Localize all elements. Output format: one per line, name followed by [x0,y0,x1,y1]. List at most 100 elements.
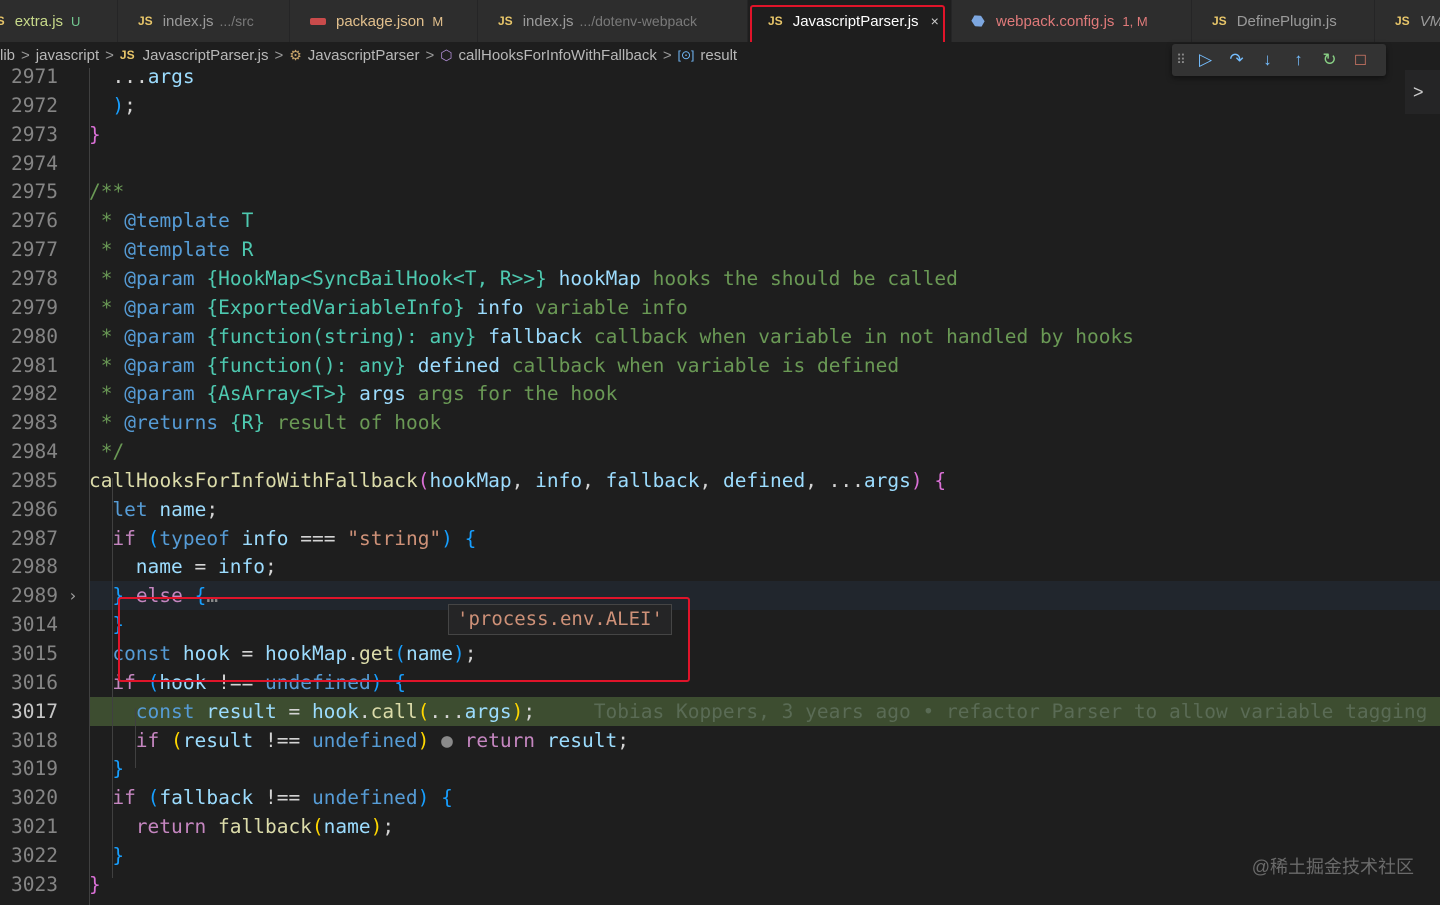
code-token: … [206,584,219,608]
code-token: ) [112,93,125,117]
code-token: * [89,382,125,406]
code-token: {function(): any} [206,353,407,377]
tab-vm[interactable]: JS VM [1375,0,1440,42]
line-number: 2973 [11,122,58,146]
step-out-icon[interactable]: ↑ [1283,50,1314,70]
line-number: 2974 [11,151,58,175]
code-line: 3017 const result = hook.call(...args); T… [11,696,1440,726]
line-number: 2989 [11,584,58,608]
tab-defineplugin-js[interactable]: JS DefinePlugin.js [1192,0,1375,42]
code-token: else [135,584,183,608]
tab-label: index.js [162,12,214,30]
code-token: !== [253,786,312,810]
js-icon: JS [0,14,5,28]
code-token: "string" [347,526,442,550]
line-number: 3020 [11,786,58,810]
line-number: 3022 [11,843,58,867]
code-token: if [112,786,136,810]
breadcrumb-item[interactable]: JavascriptParser.js [143,47,269,64]
breadcrumb-item[interactable]: callHooksForInfoWithFallback [459,47,657,64]
code-line: 2988 name = info; [0,552,1440,581]
code-line: 3021 return fallback(name); [0,812,1440,841]
code-token: ) [370,815,383,839]
code-token: info [535,468,583,492]
line-number: 2977 [11,238,58,262]
tab-label: extra.js [14,12,64,30]
code-token: { [464,526,477,550]
code-token: } [112,613,125,637]
code-token: * [89,353,125,377]
line-number: 3016 [11,670,58,694]
code-editor[interactable]: 2971 ...args 2972); 2973} 2974 2975/** 2976 *… [0,68,1440,905]
continue-icon[interactable]: ▷ [1190,50,1221,70]
code-token: !== [206,670,266,694]
restart-icon[interactable]: ↻ [1314,50,1345,70]
stop-icon[interactable]: □ [1345,50,1376,70]
code-token: args for the hook [406,382,618,406]
code-text: * @returns {R} result of hook [89,408,442,437]
line-number: 3015 [11,642,58,665]
tab-index-js[interactable]: JS index.js .../src [118,0,290,42]
breadcrumb-item[interactable]: result [700,47,737,64]
breadcrumb-separator: > [274,46,284,64]
js-icon: JS [498,14,513,28]
breadcrumb-item[interactable]: javascript [36,47,99,64]
breadcrumb-item[interactable]: lib [0,47,15,64]
indent-guide [135,708,136,768]
code-token: === [288,526,348,550]
code-token: ) [910,468,923,492]
code-token: ( [147,670,160,694]
code-token: undefined [312,786,418,810]
code-line: 3023} [0,870,1440,899]
tab-label: package.json [336,12,425,30]
code-text: } else {… [89,581,218,610]
code-token: * [89,266,125,290]
code-token: callback when variable is defined [499,353,900,377]
code-token: ... [89,68,148,88]
code-text: } [89,841,124,870]
code-line: 2972); [0,91,1440,120]
code-token: !== [253,728,312,752]
code-token: { [441,786,453,810]
method-icon: ⬡ [440,46,453,63]
tab-index-js[interactable]: JS index.js .../dotenv-webpack [478,0,748,42]
code-token: ) [441,526,453,550]
code-text: * @param {function(): any} defined callb… [89,351,899,380]
code-token: name [323,815,371,839]
step-over-icon[interactable]: ↷ [1221,50,1252,70]
tab-label: DefinePlugin.js [1236,12,1337,30]
code-line: 2984 */ [0,437,1440,466]
code-line: 3018 if (result !== undefined) ● return r… [0,726,1440,755]
chevron-right-icon[interactable]: › [68,581,78,610]
code-token: result of hook [265,411,442,435]
line-number: 3019 [11,757,58,781]
code-token: ( [171,728,183,752]
breadcrumb-item[interactable]: JavascriptParser [308,47,420,64]
js-icon: JS [1212,14,1227,28]
code-token: } [89,122,101,146]
tab-package-json[interactable]: package.json M [290,0,478,42]
js-icon: JS [768,14,783,28]
code-token: ● [441,728,453,752]
code-line: 3022} [0,841,1440,870]
step-into-icon[interactable]: ↓ [1252,50,1283,70]
code-token: ( [311,815,324,839]
code-token: ) [417,728,430,752]
close-icon[interactable]: × [931,13,939,29]
code-line: 3020 if (fallback !== undefined) { [0,783,1440,812]
code-token: * [89,295,125,319]
code-token: ; [464,642,477,665]
code-token: , ... [805,468,864,492]
code-token: hooks the should be called [640,266,958,290]
code-token: info [241,526,289,550]
tab-webpack-config-js[interactable]: webpack.config.js 1, M [952,0,1192,42]
tab-javascriptparser-js[interactable]: JS JavascriptParser.js × [748,0,952,42]
tab-extra-js[interactable]: JS extra.js U [0,0,118,42]
